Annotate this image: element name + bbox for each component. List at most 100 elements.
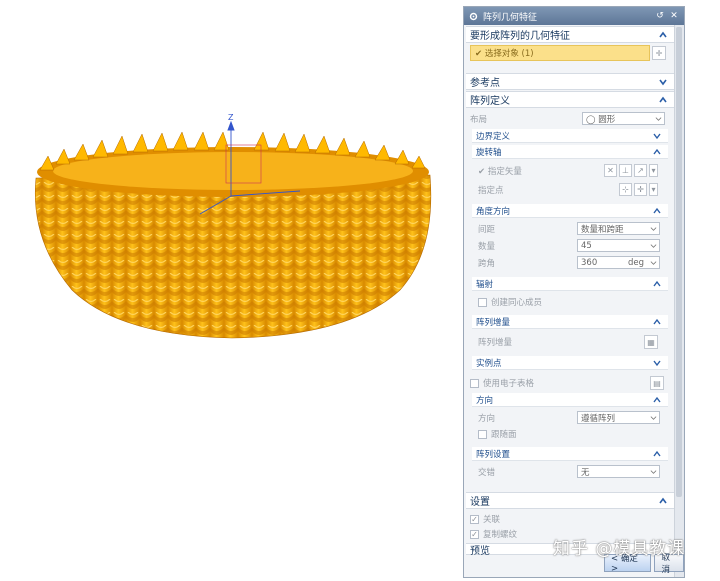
z-axis-label: Z [228,113,234,122]
count-input[interactable]: 45 [577,239,660,252]
point-dropdown-icon[interactable]: ▾ [649,183,658,196]
source-group-title: 要形成阵列的几何特征 [470,31,570,42]
angle-direction-title: 角度方向 [476,206,511,217]
stagger-value: 无 [581,467,590,478]
increment-header[interactable]: 阵列增量 [472,315,668,329]
watermark-text: 知乎 @模具教课 [553,539,686,559]
dialog-title: 阵列几何特征 [483,12,538,23]
spreadsheet-checkbox[interactable] [470,378,479,388]
vector-dialog-icon[interactable]: ⊥ [619,164,632,177]
chevron-down-icon [650,261,657,265]
chevron-up-icon [659,96,667,102]
reset-icon[interactable]: ↺ [654,10,666,22]
follow-face-checkbox[interactable] [478,429,487,439]
layout-label: 布局 [470,115,488,125]
chevron-up-icon [653,396,661,402]
radiate-title: 辐射 [476,279,494,290]
chevron-down-icon [650,244,657,248]
associative-checkbox[interactable]: ✓ [470,514,479,524]
table-icon[interactable]: ▦ [644,335,658,349]
point-label: 指定点 [478,186,504,196]
span-label: 跨角 [478,259,496,269]
vector-inferred-icon[interactable]: ↗ [634,164,647,177]
orientation-select[interactable]: 遵循阵列 [577,411,660,424]
spreadsheet-label: 使用电子表格 [483,379,535,389]
instance-title: 实例点 [476,358,502,369]
chevron-down-icon [653,133,661,139]
dialog-titlebar: 阵列几何特征 ↺ ✕ [464,7,684,25]
concentric-checkbox[interactable] [478,297,487,307]
span-unit: deg [628,257,645,268]
crosshair-select-icon[interactable]: ✛ [652,46,666,60]
associative-label: 关联 [483,515,501,525]
preview-title: 预览 [470,545,490,557]
stagger-label: 交错 [478,468,496,478]
array-definition-header[interactable]: 阵列定义 [466,91,674,108]
point-dialog-icon[interactable]: ⊹ [619,183,632,196]
span-input[interactable]: 360 deg [577,256,660,269]
vector-label: ✔ 指定矢量 [478,167,522,177]
array-settings-title: 阵列设置 [476,449,511,460]
boundary-definition-header[interactable]: 边界定义 [472,129,668,143]
increment-row: 阵列增量 [478,334,668,350]
rotation-axis-header[interactable]: 旋转轴 [472,145,668,159]
orientation-value: 遵循阵列 [581,413,616,424]
increment-title: 阵列增量 [476,317,511,328]
orientation-label: 方向 [478,414,496,424]
associative-row[interactable]: ✓ 关联 [470,511,660,527]
follow-face-label: 跟随面 [491,430,517,440]
graphics-viewport[interactable]: Z [0,0,462,578]
copy-thread-checkbox[interactable]: ✓ [470,529,479,539]
instance-point-header[interactable]: 实例点 [472,356,668,370]
chevron-up-icon [653,450,661,456]
stagger-select[interactable]: 无 [577,465,660,478]
count-label: 数量 [478,242,496,252]
chevron-up-icon [653,318,661,324]
layout-value: ◯ 圆形 [586,114,616,125]
layout-select[interactable]: ◯ 圆形 [582,112,665,125]
radiate-header[interactable]: 辐射 [472,277,668,291]
follow-face-row[interactable]: 跟随面 [478,426,668,442]
angle-direction-header[interactable]: 角度方向 [472,204,668,218]
spacing-label: 间距 [478,225,496,235]
vector-dropdown-icon[interactable]: ▾ [649,164,658,177]
array-settings-header[interactable]: 阵列设置 [472,447,668,461]
count-value: 45 [581,240,592,251]
array-definition-title: 阵列定义 [470,96,510,107]
chevron-up-icon [659,497,667,503]
reference-point-title: 参考点 [470,78,500,89]
spacing-value: 数量和跨距 [581,224,624,235]
close-icon[interactable]: ✕ [668,10,680,22]
rotation-axis-title: 旋转轴 [476,147,502,158]
reverse-direction-icon[interactable]: ✕ [604,164,617,177]
basket-model: Z [35,113,432,339]
spacing-select[interactable]: 数量和跨距 [577,222,660,235]
boundary-title: 边界定义 [476,131,511,142]
chevron-down-icon [650,416,657,420]
select-object-label: ✔ 选择对象 (1) [475,49,534,59]
select-object-field[interactable]: ✔ 选择对象 (1) [470,45,650,61]
chevron-up-icon [659,31,667,37]
concentric-row[interactable]: 创建同心成员 [478,294,668,310]
point-inferred-icon[interactable]: ✛ [634,183,647,196]
chevron-up-icon [653,280,661,286]
chevron-up-icon [653,207,661,213]
settings-header[interactable]: 设置 [466,492,674,509]
reference-point-header[interactable]: 参考点 [466,73,674,90]
increment-label: 阵列增量 [478,338,513,348]
chevron-down-icon [650,470,657,474]
concentric-label: 创建同心成员 [491,298,543,308]
dialog-content: 要形成阵列的几何特征 ✔ 选择对象 (1) ✛ 参考点 阵列定义 布局 ◯ 圆形… [464,25,676,577]
gear-icon [468,11,478,21]
chevron-up-icon [653,148,661,154]
chevron-down-icon [655,117,662,121]
orientation-header[interactable]: 方向 [472,393,668,407]
spreadsheet-row[interactable]: 使用电子表格 [470,375,660,391]
chevron-down-icon [653,360,661,366]
span-value: 360 [581,257,598,268]
settings-title: 设置 [470,497,490,508]
source-group-header[interactable]: 要形成阵列的几何特征 [466,26,674,43]
orientation-title: 方向 [476,395,494,406]
chevron-down-icon [659,79,667,85]
spreadsheet-icon[interactable]: ▤ [650,376,664,390]
